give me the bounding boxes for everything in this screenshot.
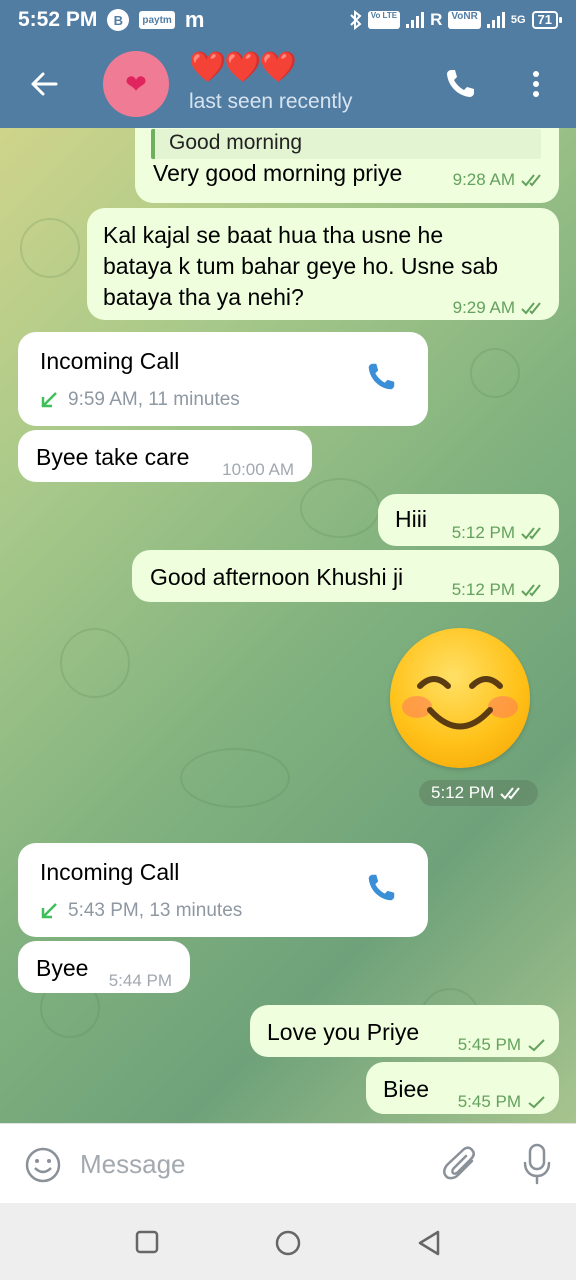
message-time: 5:44 PM	[108, 971, 172, 990]
message-bubble[interactable]: Byee 5:44 PM	[18, 941, 190, 993]
status-bar: 5:52 PM B paytm m Vo LTE R VoNR 5G 71	[0, 0, 576, 40]
bluetooth-icon	[349, 10, 362, 30]
chat-header: ❤ ❤️❤️❤️ last seen recently	[0, 40, 576, 128]
double-check-icon	[500, 787, 521, 800]
message-bubble[interactable]: Kal kajal se baat hua tha usne he bataya…	[87, 208, 559, 320]
message-meta: 5:44 PM	[109, 965, 172, 996]
message-text: Byee take care	[36, 444, 190, 470]
message-bubble[interactable]: Good afternoon Khushi ji 5:12 PM	[132, 550, 559, 602]
signal-icon-2	[486, 12, 505, 28]
battery-icon: 71	[531, 11, 563, 29]
message-bubble[interactable]: Hiii 5:12 PM	[378, 494, 559, 546]
message-text-line: bataya k tum bahar geye ho. Usne sab	[103, 253, 499, 279]
nav-recents-icon[interactable]	[135, 1230, 159, 1254]
vonr-badge: VoNR	[448, 11, 481, 29]
reply-quote-text: Good morning	[169, 131, 303, 154]
system-navigation-bar	[0, 1203, 576, 1280]
single-check-icon	[528, 1038, 545, 1051]
double-check-icon	[521, 301, 541, 314]
double-check-icon	[521, 583, 541, 596]
app-notification-icon: B	[107, 9, 130, 31]
wallpaper-doodle	[470, 348, 520, 398]
message-time: 10:00 AM	[222, 460, 294, 479]
sticker-meta: 5:12 PM	[419, 780, 539, 806]
message-text: Hiii	[395, 506, 427, 532]
message-time: 5:12 PM	[451, 523, 515, 542]
incoming-call-card[interactable]: Incoming Call 5:43 PM, 13 minutes	[18, 843, 428, 937]
message-time: 9:28 AM	[452, 170, 515, 189]
message-bubble[interactable]: Love you Priye 5:45 PM	[250, 1005, 559, 1057]
message-text: Love you Priye	[267, 1019, 420, 1045]
double-check-icon	[521, 173, 541, 186]
attach-icon[interactable]	[442, 1144, 480, 1184]
m-notification-icon: m	[184, 7, 205, 32]
more-vertical-icon[interactable]	[524, 66, 548, 102]
incoming-call-arrow-icon	[41, 902, 57, 918]
chat-title[interactable]: ❤️❤️❤️	[189, 50, 297, 85]
nav-home-icon[interactable]	[275, 1230, 301, 1256]
smiling-face-emoji-sticker[interactable]	[390, 628, 530, 768]
message-time: 5:12 PM	[431, 783, 495, 802]
message-time: 5:45 PM	[457, 1092, 521, 1111]
nav-back-icon[interactable]	[416, 1229, 442, 1257]
wallpaper-doodle	[20, 218, 80, 278]
emoji-face-features	[417, 676, 503, 730]
message-bubble[interactable]: Good morning Very good morning priye 9:2…	[135, 128, 559, 203]
message-composer	[0, 1123, 576, 1203]
phone-icon[interactable]	[442, 66, 478, 102]
message-meta: 5:45 PM	[458, 1086, 547, 1117]
wallpaper-doodle	[180, 748, 290, 808]
call-title: Incoming Call	[40, 859, 180, 885]
message-time: 9:29 AM	[452, 298, 515, 317]
message-text: Good afternoon Khushi ji	[150, 564, 404, 590]
call-detail: 9:59 AM, 11 minutes	[40, 384, 240, 415]
message-time: 5:45 PM	[457, 1035, 521, 1054]
status-time: 5:52 PM	[18, 8, 98, 31]
message-meta: 10:00 AM	[222, 454, 294, 485]
wallpaper-doodle	[300, 478, 380, 538]
call-title: Incoming Call	[40, 348, 180, 374]
message-time: 5:12 PM	[451, 580, 515, 599]
status-indicators: Vo LTE R VoNR 5G 71	[349, 10, 563, 30]
message-text: Very good morning priye	[153, 160, 403, 186]
message-meta: 9:28 AM	[453, 164, 547, 195]
double-check-icon	[521, 526, 541, 539]
emoji-icon[interactable]	[24, 1146, 62, 1184]
incoming-call-arrow-icon	[41, 391, 57, 407]
message-input[interactable]	[80, 1142, 420, 1186]
call-detail-text: 9:59 AM, 11 minutes	[68, 389, 240, 410]
signal-icon	[406, 12, 425, 28]
chat-area[interactable]: Good morning Very good morning priye 9:2…	[0, 128, 576, 1123]
call-detail: 5:43 PM, 13 minutes	[40, 895, 242, 926]
wallpaper-doodle	[60, 628, 130, 698]
message-meta: 5:45 PM	[458, 1029, 547, 1060]
roaming-indicator: R	[430, 10, 443, 29]
phone-icon[interactable]	[364, 360, 398, 394]
avatar[interactable]: ❤	[103, 51, 169, 117]
call-detail-text: 5:43 PM, 13 minutes	[68, 900, 243, 921]
message-meta: 5:12 PM	[452, 517, 547, 548]
single-check-icon	[528, 1095, 545, 1108]
message-text: Biee	[383, 1076, 430, 1102]
reply-quote[interactable]: Good morning	[151, 129, 541, 159]
microphone-icon[interactable]	[520, 1142, 554, 1186]
phone-icon[interactable]	[364, 871, 398, 905]
network-type: 5G	[510, 14, 526, 26]
incoming-call-card[interactable]: Incoming Call 9:59 AM, 11 minutes	[18, 332, 428, 426]
message-text-line: Kal kajal se baat hua tha usne he	[103, 222, 444, 248]
avatar-heart-icon: ❤	[125, 68, 147, 99]
message-text-line: bataya tha ya nehi?	[103, 284, 304, 310]
message-meta: 9:29 AM	[453, 292, 547, 323]
back-arrow-icon[interactable]	[26, 66, 62, 102]
message-bubble[interactable]: Byee take care 10:00 AM	[18, 430, 312, 482]
message-text: Byee	[36, 955, 89, 981]
volte-badge: Vo LTE	[367, 11, 401, 29]
last-seen-status: last seen recently	[189, 90, 353, 113]
paytm-notification-icon: paytm	[139, 11, 175, 29]
message-bubble[interactable]: Biee 5:45 PM	[366, 1062, 559, 1114]
message-meta: 5:12 PM	[452, 574, 547, 605]
